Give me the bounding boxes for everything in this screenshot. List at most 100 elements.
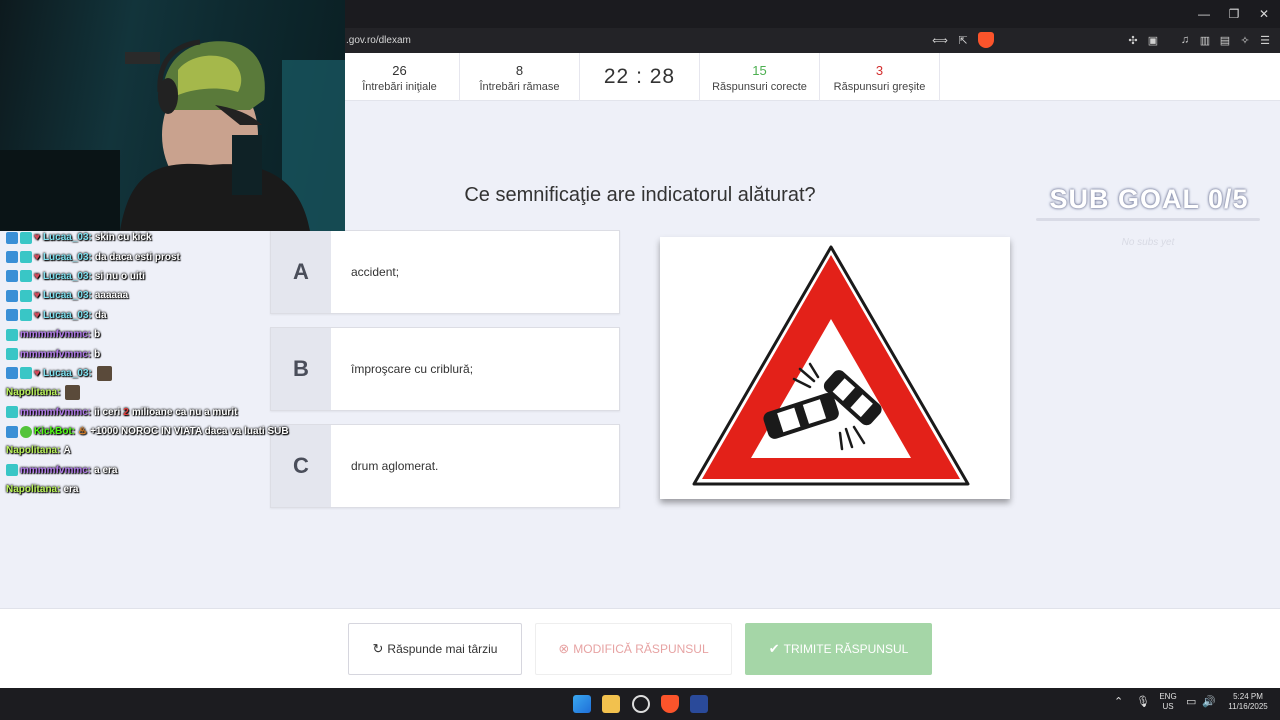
submit-answer-button[interactable]: ✔ TRIMITE RĂSPUNSUL [745, 623, 932, 675]
minimize-button[interactable]: — [1188, 0, 1220, 28]
stat-value: 8 [515, 63, 524, 78]
chat-message: mmmmfvmmc: b [6, 344, 336, 363]
tab-search-icon[interactable]: ▣ [1144, 32, 1162, 48]
url-field[interactable]: .gov.ro/dlexam [346, 34, 996, 48]
chat-message: ♥ Lucaa_03: [6, 364, 336, 383]
chat-text: ii ceri [94, 406, 121, 418]
close-window-button[interactable]: ✕ [1248, 0, 1280, 28]
chat-username: mmmmfvmmc: [20, 464, 92, 476]
chat-text: skin cu kick [94, 232, 152, 244]
sub-badge-icon [6, 348, 18, 361]
translate-icon[interactable]: ⟺ [931, 32, 949, 48]
sidebar-icon[interactable]: ▥ [1196, 32, 1214, 48]
sword-badge-icon [6, 309, 18, 322]
chat-username: Napolitana: [6, 484, 61, 496]
obs-icon[interactable] [632, 695, 650, 713]
answer-text: drum aglomerat. [351, 459, 439, 473]
sub-badge-icon [20, 309, 32, 322]
app-icon[interactable] [690, 695, 708, 713]
sub-badge-icon [20, 289, 32, 302]
modify-answer-button[interactable]: ⊗ MODIFICĂ RĂSPUNSUL [535, 623, 732, 675]
chat-text: b [94, 329, 101, 341]
file-explorer-icon[interactable] [602, 695, 620, 713]
extensions-icon[interactable]: ✣ [1124, 32, 1142, 48]
microphone-icon[interactable]: 🎙 [1136, 697, 1150, 708]
check-circle-icon: ✔ [768, 641, 780, 656]
answer-later-button[interactable]: ↻ Răspunde mai târziu [348, 623, 522, 675]
streamer-webcam-icon [0, 39, 345, 231]
road-sign-image [660, 237, 1010, 499]
answer-text: accident; [351, 265, 400, 279]
exam-timer: 22 : 28 [580, 53, 700, 101]
heart-badge-icon: ♥ [34, 251, 40, 263]
menu-icon[interactable]: ☰ [1256, 32, 1274, 48]
share-icon[interactable]: ⇱ [954, 32, 972, 48]
heart-badge-icon: ♥ [34, 367, 40, 379]
sword-badge-icon [6, 289, 18, 302]
sub-badge-icon [6, 406, 18, 419]
chat-text: da [94, 309, 107, 321]
chat-username: mmmmfvmmc: [20, 329, 92, 341]
sword-badge-icon [6, 270, 18, 283]
clear-circle-icon: ⊗ [558, 641, 570, 656]
chat-username: Napolitana: [6, 445, 61, 457]
chat-username: Lucaa_03: [42, 290, 92, 302]
windows-start-icon[interactable] [573, 695, 591, 713]
chat-message: ♥ Lucaa_03: skin cu kick [6, 228, 336, 247]
stat-correct-answers: 15 Răspunsuri corecte [700, 53, 820, 101]
region-code: US [1162, 702, 1174, 711]
clock-time: 5:24 PM [1233, 692, 1263, 701]
chat-message: ♥ Lucaa_03: da [6, 306, 336, 325]
chat-username: Lucaa_03: [42, 367, 92, 379]
bot-badge-icon [20, 425, 32, 438]
chat-message: KickBot: ♨ +1000 NOROC IN VIATA daca va lu… [6, 422, 336, 441]
stat-wrong-answers: 3 Răspunsuri greşite [820, 53, 940, 101]
wallet-icon[interactable]: ▤ [1216, 32, 1234, 48]
chat-message: ♥ Lucaa_03: si nu o uiti [6, 267, 336, 286]
chat-text: a era [94, 464, 118, 476]
chat-username: Napolitana: [6, 387, 61, 399]
brave-shields-icon[interactable] [978, 32, 994, 48]
chat-text: b [94, 348, 101, 360]
stat-value: 26 [392, 63, 407, 78]
webcam-overlay [0, 0, 345, 231]
fire-emoji-icon: ♨ [78, 426, 88, 438]
chat-text: +1000 NOROC IN VIATA daca va luati SUB [90, 426, 289, 438]
clock[interactable]: 5:24 PM 11/16/2025 [1222, 692, 1274, 712]
sub-badge-icon [20, 251, 32, 264]
answer-text: împroşcare cu criblură; [351, 362, 474, 376]
restore-button[interactable]: ❐ [1218, 0, 1250, 28]
chat-username: KickBot: [34, 426, 76, 438]
sub-badge-icon [6, 328, 18, 341]
chat-username: mmmmfvmmc: [20, 348, 92, 360]
heart-badge-icon: ♥ [34, 309, 40, 321]
stat-value: 15 [752, 63, 767, 78]
network-icon[interactable]: ▭ [1186, 697, 1196, 708]
refresh-icon: ↻ [372, 641, 384, 656]
clock-date: 11/16/2025 [1228, 702, 1268, 711]
leo-ai-icon[interactable]: ✧ [1236, 32, 1254, 48]
chat-text: A [63, 445, 71, 457]
chat-text: si nu o uiti [94, 270, 145, 282]
media-icon[interactable]: ♫ [1176, 32, 1194, 48]
stat-label: Răspunsuri greşite [833, 81, 926, 93]
number-two-emoji-icon: 2 [123, 406, 129, 418]
question-text: Ce semnificaţie are indicatorul alăturat… [464, 184, 816, 206]
brave-browser-icon[interactable] [661, 695, 679, 713]
chat-message: ♥ Lucaa_03: aaaaaa [6, 286, 336, 305]
chat-message: Napolitana: A [6, 441, 336, 460]
chat-message: Napolitana: era [6, 480, 336, 499]
chevron-up-icon[interactable]: ⌃ [1114, 697, 1123, 708]
sub-goal-title: SUB GOAL 0/5 [1049, 184, 1249, 214]
sub-badge-icon [20, 270, 32, 283]
chat-emote-icon [96, 365, 112, 381]
chat-message: mmmmfvmmc: a era [6, 461, 336, 480]
chat-username: mmmmfvmmc: [20, 406, 92, 418]
chat-text: da daca esti prost [94, 251, 180, 263]
language-code: ENG [1159, 692, 1177, 701]
sub-goal-note: No subs yet [1121, 237, 1175, 248]
language-indicator[interactable]: ENG US [1156, 692, 1180, 712]
stat-label: Răspunsuri corecte [712, 81, 807, 93]
chat-message: mmmmfvmmc: ii ceri 2 milioane ca nu a murit [6, 403, 336, 422]
volume-icon[interactable]: 🔊 [1202, 697, 1216, 708]
